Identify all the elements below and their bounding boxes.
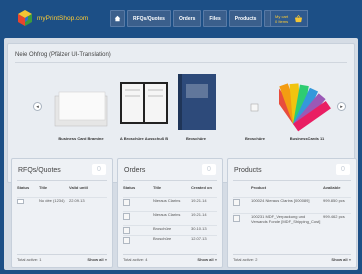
rfq-panel: RFQs/Quotes 0 Status Title Valid until N… [11, 158, 113, 268]
carousel-item-caption: Business Card Bramine [58, 136, 104, 141]
column-header: Created on [191, 185, 212, 190]
top-bar: myPrintShop.com RFQs/Quotes Orders Files… [0, 0, 362, 38]
table-header: Product Available [233, 185, 351, 190]
row-created-on: 30.10.13 [191, 226, 207, 231]
chevron-right-icon: » [348, 257, 351, 262]
nav-orders[interactable]: Orders [172, 10, 202, 27]
show-all-link[interactable]: Show all » [87, 257, 107, 262]
orders-rows: Nieraus Clarins 19.21.14 Nieraus Clarins… [123, 197, 217, 245]
product-name: 100024 Nieraus Clarins [000089] [251, 198, 310, 203]
chevron-left-icon: ◂ [36, 103, 39, 110]
divider [123, 180, 217, 181]
panel-title: Orders [124, 167, 146, 174]
nav-products[interactable]: Products [228, 10, 263, 27]
chevron-right-icon: » [214, 257, 217, 262]
products-rows: 100024 Nieraus Clarins [000089] 999.850 … [233, 197, 351, 235]
show-all-link[interactable]: Show all » [197, 257, 217, 262]
count-badge: 0 [92, 164, 106, 175]
column-header: Status [17, 185, 30, 190]
table-header: Status Title Created on [123, 185, 217, 190]
nav-rfqs-quotes[interactable]: RFQs/Quotes [127, 10, 171, 27]
status-icon [17, 199, 24, 204]
panel-footer: Total active: 1 Show all » [17, 254, 107, 262]
divider [17, 180, 107, 181]
order-thumbnail [123, 199, 130, 206]
order-thumbnail [123, 213, 130, 220]
brand-name[interactable]: myPrintShop.com [37, 15, 88, 22]
table-row[interactable]: Nieraus Clarins 19.21.14 [123, 197, 217, 211]
table-row[interactable]: Broschüre 30.10.13 [123, 225, 217, 235]
row-created-on: 12.07.13 [191, 236, 207, 241]
chevron-right-icon: » [104, 257, 107, 262]
logo-cubes-icon[interactable] [18, 10, 32, 26]
home-button[interactable] [110, 10, 125, 27]
table-row[interactable]: Broschüre 12.07.13 [123, 235, 217, 245]
row-valid-until: 22.09.13 [69, 198, 85, 203]
main-content: Neie Ohfrog (Pfälzer UI-Translation) ◂ ▸… [4, 38, 358, 270]
row-title: Nieraus Clarins [153, 212, 181, 217]
column-header: Title [153, 185, 162, 190]
total-active: Total active: 4 [123, 257, 148, 262]
panel-footer: Total active: 4 Show all » [123, 254, 217, 262]
carousel-title: Neie Ohfrog (Pfälzer UI-Translation) [15, 52, 111, 58]
product-available: 999.462 pcs [323, 214, 345, 219]
column-header: Title [39, 185, 48, 190]
broken-image-icon [235, 74, 275, 132]
table-row[interactable]: Nieraus Clarins 19.21.14 [123, 211, 217, 225]
order-thumbnail [123, 237, 130, 244]
carousel-item[interactable]: BusinessCards 11 [270, 74, 342, 141]
table-row[interactable]: 100231 MDF_Verpackung und Versands Fonde… [233, 213, 351, 235]
row-title: Broschüre [153, 236, 172, 241]
rfq-rows: Nu dée (1234) 22.09.13 [17, 197, 107, 204]
color-fan-image [270, 74, 335, 132]
count-badge: 0 [336, 164, 350, 175]
row-title: Nu dée (1234) [39, 198, 65, 203]
show-all-link[interactable]: Show all » [331, 257, 351, 262]
business-card-image [51, 74, 111, 132]
panel-footer: Total active: 2 Show all » [233, 254, 351, 262]
divider [15, 62, 347, 63]
home-icon [114, 15, 121, 22]
cart-button[interactable]: My cart 0 Items [270, 10, 308, 27]
total-active: Total active: 2 [233, 257, 258, 262]
carousel-prev-button[interactable]: ◂ [33, 102, 42, 111]
table-row[interactable]: Nu dée (1234) 22.09.13 [17, 197, 107, 204]
brochure-cover-image [172, 74, 220, 132]
table-row[interactable]: 100024 Nieraus Clarins [000089] 999.850 … [233, 197, 351, 213]
count-badge: 0 [202, 164, 216, 175]
product-available: 999.850 pcs [323, 198, 345, 203]
carousel-item-caption: BusinessCards 11 [289, 136, 325, 141]
row-created-on: 19.21.14 [191, 198, 207, 203]
nav-files[interactable]: Files [203, 10, 227, 27]
column-header: Status [123, 185, 136, 190]
column-header: Valid until [69, 185, 88, 190]
row-created-on: 19.21.14 [191, 212, 207, 217]
row-title: Nieraus Clarins [153, 198, 181, 203]
product-name: 100231 MDF_Verpackung und Versands Fonde… [251, 214, 321, 224]
table-header: Status Title Valid until [17, 185, 107, 190]
total-active: Total active: 1 [17, 257, 42, 262]
basket-icon [294, 15, 303, 23]
column-header: Product [251, 185, 267, 190]
panel-title: Products [234, 167, 262, 174]
panel-title: RFQs/Quotes [18, 167, 61, 174]
divider [233, 180, 351, 181]
products-panel: Products 0 Product Available 100024 Nier… [227, 158, 357, 268]
main-nav: RFQs/Quotes Orders Files Products ▾ [110, 10, 287, 27]
product-thumbnail [233, 215, 240, 222]
product-thumbnail [233, 199, 240, 206]
orders-panel: Orders 0 Status Title Created on Nieraus… [117, 158, 223, 268]
carousel-item[interactable]: Business Card Bramine [46, 74, 116, 141]
order-thumbnail [123, 227, 130, 234]
row-title: Broschüre [153, 226, 172, 231]
column-header: Available [323, 185, 341, 190]
